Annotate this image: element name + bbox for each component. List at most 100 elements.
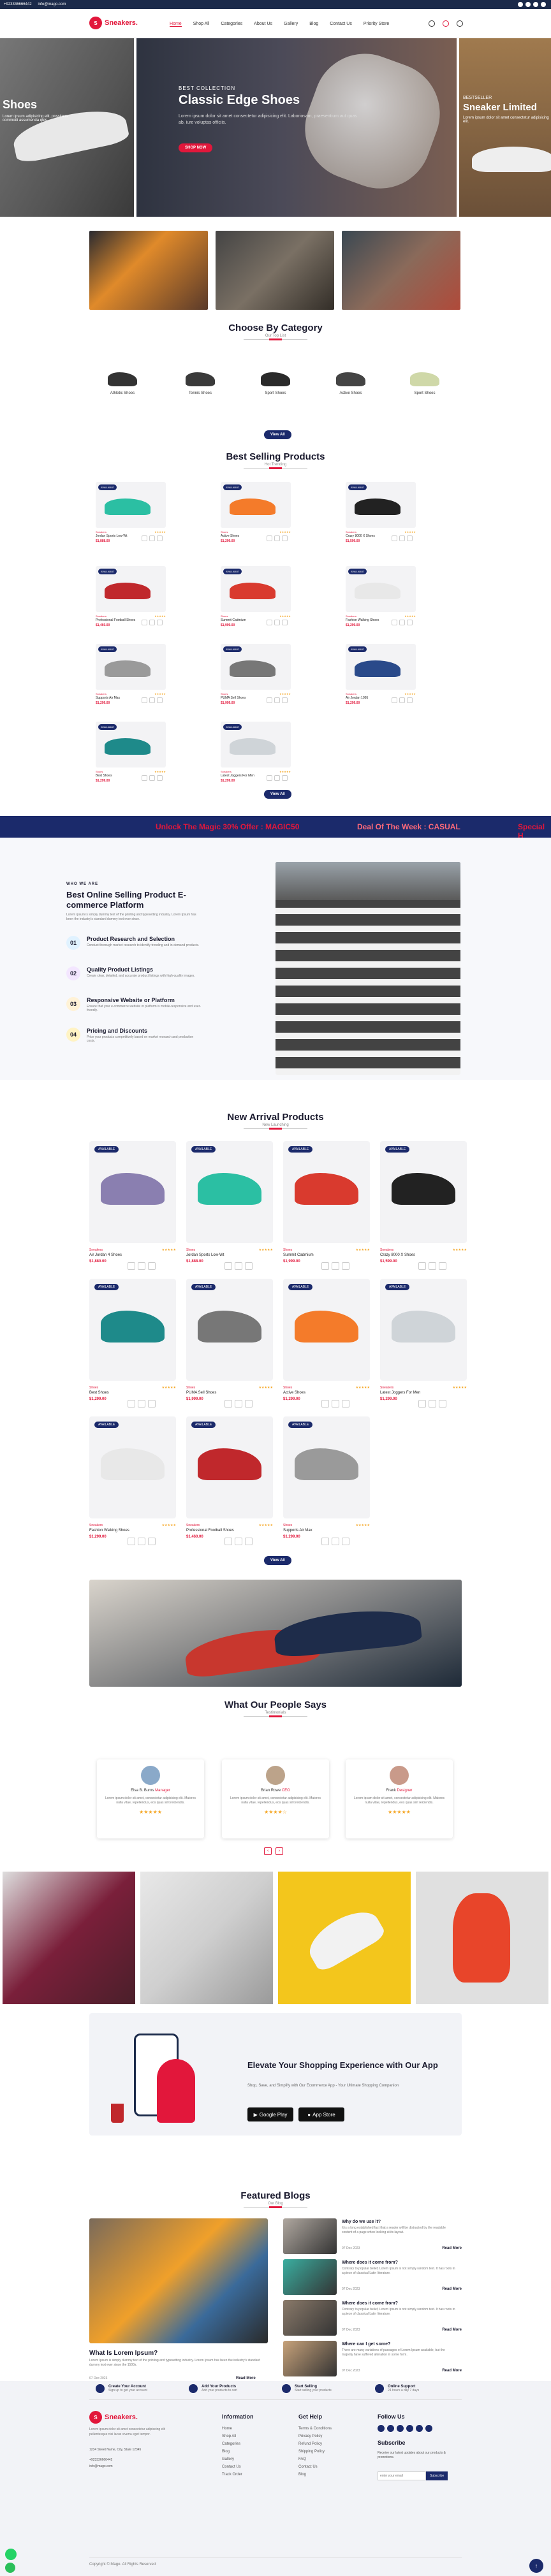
- footer-help-link[interactable]: Terms & Conditions: [298, 2425, 332, 2433]
- cart-icon[interactable]: [157, 775, 163, 781]
- cart-icon[interactable]: [157, 535, 163, 541]
- compare-icon[interactable]: [332, 1262, 339, 1270]
- product-image[interactable]: AVAILABLE: [96, 722, 166, 768]
- product-name[interactable]: Best Shoes: [89, 1391, 109, 1395]
- cart-icon[interactable]: [407, 535, 413, 541]
- promo-image-2[interactable]: [216, 231, 334, 310]
- product-card[interactable]: AVAILABLE Shoes ★★★★★ Active Shoes $1,299.00: [221, 482, 291, 544]
- product-card[interactable]: AVAILABLE Sneakers ★★★★★ Fashion Walking Sh…: [346, 566, 416, 629]
- product-image[interactable]: AVAILABLE: [346, 566, 416, 612]
- phone-text[interactable]: +923336666442: [4, 3, 32, 6]
- product-image[interactable]: AVAILABLE: [89, 1416, 176, 1518]
- compare-icon[interactable]: [429, 1400, 436, 1408]
- cart-icon[interactable]: [342, 1400, 349, 1408]
- twitter-icon[interactable]: [387, 2425, 394, 2432]
- compare-icon[interactable]: [274, 775, 280, 781]
- product-image[interactable]: AVAILABLE: [96, 482, 166, 528]
- footer-help-link[interactable]: Privacy Policy: [298, 2433, 332, 2440]
- blog-side-read-more[interactable]: Read More: [442, 2246, 462, 2250]
- wishlist-icon[interactable]: [418, 1262, 426, 1270]
- wishlist-icon[interactable]: [142, 620, 147, 625]
- app-store-button[interactable]: ● App Store: [298, 2107, 344, 2121]
- wishlist-icon[interactable]: [128, 1262, 135, 1270]
- wishlist-icon[interactable]: [392, 697, 397, 703]
- compare-icon[interactable]: [332, 1400, 339, 1408]
- youtube-icon[interactable]: [541, 2, 546, 7]
- product-card[interactable]: AVAILABLE Shoes ★★★★★ PUMA Sell Shoes $1,999…: [186, 1279, 273, 1418]
- product-image[interactable]: AVAILABLE: [283, 1279, 370, 1381]
- facebook-icon[interactable]: [378, 2425, 385, 2432]
- cart-icon[interactable]: [282, 620, 288, 625]
- wishlist-icon[interactable]: [128, 1538, 135, 1545]
- blog-side-item[interactable]: Where does it come from? Contrary to popu…: [283, 2300, 462, 2336]
- google-play-button[interactable]: ▶ Google Play: [247, 2107, 293, 2121]
- blog-side-read-more[interactable]: Read More: [442, 2287, 462, 2291]
- whatsapp-icon[interactable]: [5, 2549, 17, 2560]
- blog-side-read-more[interactable]: Read More: [442, 2369, 462, 2373]
- promo-image-3[interactable]: [342, 231, 460, 310]
- wishlist-icon[interactable]: [392, 535, 397, 541]
- wishlist-icon[interactable]: [142, 697, 147, 703]
- shop-now-button[interactable]: SHOP NOW: [179, 143, 213, 152]
- footer-logo[interactable]: S Sneakers.: [89, 2411, 138, 2424]
- product-card[interactable]: AVAILABLE Shoes ★★★★★ Best Shoes $1,299.00: [89, 1279, 176, 1418]
- wishlist-icon[interactable]: [321, 1262, 329, 1270]
- cart-icon[interactable]: [342, 1262, 349, 1270]
- compare-icon[interactable]: [399, 697, 405, 703]
- product-card[interactable]: AVAILABLE Sneakers ★★★★★ Crazy 8000 X Shoes…: [346, 482, 416, 544]
- wishlist-icon[interactable]: [142, 535, 147, 541]
- cart-icon[interactable]: [439, 1262, 446, 1270]
- blog-side-item[interactable]: Where can I get some? There are many vari…: [283, 2341, 462, 2376]
- product-name[interactable]: Fashion Walking Shoes: [89, 1529, 129, 1532]
- user-icon[interactable]: [457, 20, 463, 27]
- product-image[interactable]: AVAILABLE: [96, 566, 166, 612]
- new-arrival-view-all-button[interactable]: View All: [264, 1556, 291, 1565]
- email-text[interactable]: info@mago.com: [38, 3, 66, 6]
- product-image[interactable]: AVAILABLE: [221, 644, 291, 690]
- blog-main-image[interactable]: [89, 2218, 268, 2343]
- twitter-icon[interactable]: [525, 2, 531, 7]
- footer-help-link[interactable]: Refund Policy: [298, 2440, 332, 2448]
- blog-main-read-more[interactable]: Read More: [236, 2376, 256, 2380]
- product-name[interactable]: PUMA Sell Shoes: [186, 1391, 216, 1395]
- nav-shop-all[interactable]: Shop All: [193, 22, 210, 27]
- gallery-image-2[interactable]: [140, 1872, 273, 2004]
- wishlist-icon[interactable]: [267, 775, 272, 781]
- product-name[interactable]: Air Jordan 4 Shoes: [89, 1253, 122, 1257]
- product-image[interactable]: AVAILABLE: [346, 644, 416, 690]
- compare-icon[interactable]: [138, 1400, 145, 1408]
- product-name[interactable]: Latest Joggers For Men: [380, 1391, 420, 1395]
- wishlist-icon[interactable]: [418, 1400, 426, 1408]
- compare-icon[interactable]: [332, 1538, 339, 1545]
- subscribe-email-input[interactable]: [378, 2471, 426, 2480]
- instagram-icon[interactable]: [397, 2425, 404, 2432]
- product-name[interactable]: Summit Cadmium: [283, 1253, 314, 1257]
- compare-icon[interactable]: [138, 1262, 145, 1270]
- best-selling-view-all-button[interactable]: View All: [264, 790, 291, 799]
- product-card[interactable]: AVAILABLE Shoes ★★★★★ Summit Cadmium $1,999.…: [221, 566, 291, 629]
- blog-main-title[interactable]: What Is Lorem Ipsum?: [89, 2350, 158, 2357]
- wishlist-icon[interactable]: [321, 1538, 329, 1545]
- cart-icon[interactable]: [282, 697, 288, 703]
- blog-side-title[interactable]: Where does it come from?: [342, 2301, 398, 2306]
- subscribe-button[interactable]: Subscribe: [426, 2471, 448, 2480]
- product-card[interactable]: AVAILABLE Sneakers ★★★★★ Professional Footb…: [186, 1416, 273, 1555]
- linkedin-icon[interactable]: [406, 2425, 413, 2432]
- cart-icon[interactable]: [282, 535, 288, 541]
- cart-icon[interactable]: [245, 1400, 253, 1408]
- product-image[interactable]: AVAILABLE: [283, 1416, 370, 1518]
- blog-side-image[interactable]: [283, 2259, 337, 2295]
- product-card[interactable]: AVAILABLE Sneakers ★★★★★ Supports Air Max $1…: [96, 644, 166, 706]
- footer-phone[interactable]: +923336666442: [89, 2458, 112, 2462]
- product-card[interactable]: AVAILABLE Shoes ★★★★★ PUMA Sell Shoes $1,999…: [221, 644, 291, 706]
- product-card[interactable]: AVAILABLE Shoes ★★★★★ Supports Air Max $1,29…: [283, 1416, 370, 1555]
- footer-info-link[interactable]: Gallery: [222, 2456, 254, 2463]
- product-card[interactable]: AVAILABLE Sneakers ★★★★★ Air Jordan 4 Shoes…: [89, 1141, 176, 1280]
- compare-icon[interactable]: [235, 1400, 242, 1408]
- footer-info-link[interactable]: Shop All: [222, 2433, 254, 2440]
- product-name[interactable]: Crazy 8000 X Shoes: [380, 1253, 415, 1257]
- blog-side-read-more[interactable]: Read More: [442, 2328, 462, 2332]
- logo[interactable]: S Sneakers.: [89, 17, 138, 29]
- nav-categories[interactable]: Categories: [221, 22, 242, 27]
- blog-side-image[interactable]: [283, 2341, 337, 2376]
